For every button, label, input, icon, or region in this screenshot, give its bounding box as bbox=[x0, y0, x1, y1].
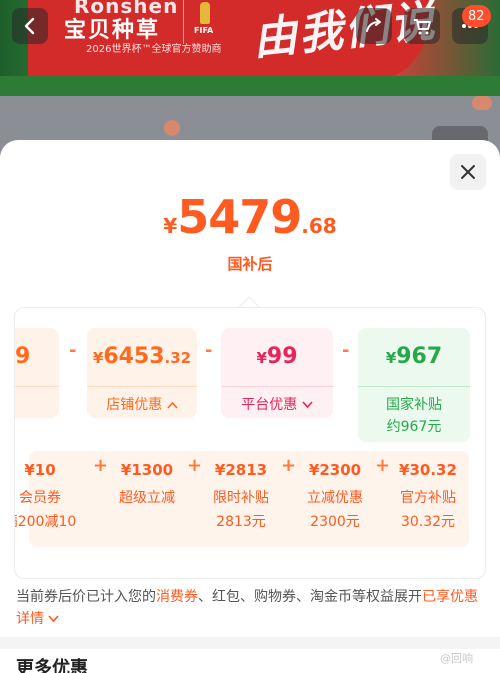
platform-discount-card[interactable]: ¥99 平台优惠 bbox=[221, 328, 333, 418]
cart-button[interactable] bbox=[404, 8, 440, 44]
card-integer: 967 bbox=[396, 344, 443, 369]
card-label: 店铺优惠 bbox=[87, 394, 197, 414]
blurred-ball bbox=[472, 96, 492, 110]
detail-amount: ¥2813 bbox=[214, 461, 268, 479]
card-currency: ¥ bbox=[256, 349, 267, 367]
national-subsidy-card[interactable]: ¥967 国家补贴 约967元 bbox=[358, 328, 470, 442]
card-decimal: .32 bbox=[164, 349, 192, 367]
close-icon bbox=[461, 165, 475, 179]
card-currency: ¥ bbox=[92, 349, 104, 367]
detail-name: 官方补贴 bbox=[400, 490, 456, 506]
shop-discount-card[interactable]: ¥6453.32 店铺优惠 bbox=[87, 328, 197, 418]
card-divider bbox=[358, 386, 470, 387]
card-value: ¥967 bbox=[358, 344, 470, 369]
detail-amount: ¥10 bbox=[24, 461, 56, 479]
card-divider bbox=[15, 386, 59, 387]
price-integer: 5479 bbox=[177, 190, 302, 244]
detail-desc: 30.32元 bbox=[400, 514, 456, 530]
national-subsidy-label: 国家补贴 bbox=[386, 397, 442, 413]
plus-operator: + bbox=[281, 455, 297, 476]
card-value: ¥99 bbox=[221, 344, 333, 369]
fifa-logo: FIFA bbox=[183, 0, 225, 44]
more-discounts-heading: 更多优惠 bbox=[16, 658, 88, 673]
fifa-text: FIFA bbox=[194, 26, 214, 35]
detail-item-instant-discount[interactable]: ¥2300 立减优惠 2300元 bbox=[298, 451, 372, 547]
card-label: 平台优惠 bbox=[221, 394, 333, 414]
detail-amount: ¥30.32 bbox=[399, 461, 457, 479]
consumption-coupon-link[interactable]: 消费券 bbox=[156, 589, 198, 605]
card-value: ¥6453.32 bbox=[87, 344, 197, 369]
card-divider bbox=[221, 386, 333, 387]
detail-desc: 满200减10 bbox=[15, 514, 77, 530]
chevron-down-icon bbox=[48, 615, 60, 623]
plus-operator: + bbox=[187, 455, 203, 476]
minus-operator: - bbox=[205, 340, 213, 361]
shop-discount-label: 店铺优惠 bbox=[106, 397, 163, 413]
price-decimal: .68 bbox=[301, 214, 337, 238]
detail-name: 超级立减 bbox=[119, 490, 175, 506]
note-prefix: 当前券后价已计入您的 bbox=[16, 589, 156, 605]
card-integer: 99 bbox=[266, 344, 298, 369]
detail-name: 会员券 bbox=[19, 490, 61, 506]
cart-icon bbox=[414, 19, 431, 35]
detail-amount: ¥1300 bbox=[120, 461, 174, 479]
platform-discount-label: 平台优惠 bbox=[241, 397, 298, 413]
detail-item-limited-subsidy[interactable]: ¥2813 限时补贴 2813元 bbox=[204, 451, 278, 547]
detail-item-official-subsidy[interactable]: ¥30.32 官方补贴 30.32元 bbox=[391, 451, 465, 547]
trophy-icon bbox=[200, 2, 210, 24]
detail-desc: 2300元 bbox=[310, 514, 360, 530]
plus-operator: + bbox=[375, 455, 391, 476]
detail-desc: 2813元 bbox=[216, 514, 266, 530]
card-divider bbox=[87, 386, 197, 387]
minus-operator: - bbox=[69, 340, 77, 361]
card-currency: ¥ bbox=[385, 349, 397, 367]
note-suffix: 、红包、购物券、淘金币等权益展开 bbox=[198, 589, 422, 605]
detail-item-super-discount[interactable]: ¥1300 超级立减 bbox=[110, 451, 184, 547]
card-value: 9 bbox=[15, 344, 31, 369]
detail-name: 立减优惠 bbox=[307, 490, 363, 506]
detail-name: 限时补贴 bbox=[213, 490, 269, 506]
price-breakdown-panel: 9 - ¥6453.32 店铺优惠 - ¥99 平台优惠 - ¥967 国家补贴… bbox=[14, 307, 486, 579]
plus-operator: + bbox=[93, 455, 109, 476]
detail-amount: ¥2300 bbox=[308, 461, 362, 479]
cart-count-badge: 82 bbox=[462, 5, 491, 27]
price-caption: 国补后 bbox=[227, 255, 273, 273]
section-divider bbox=[0, 637, 500, 649]
chevron-left-icon bbox=[24, 17, 35, 35]
banner-grass bbox=[0, 76, 500, 96]
watermark: @回响 bbox=[440, 652, 473, 665]
final-price: ¥5479.68 bbox=[0, 190, 500, 244]
chevron-down-icon bbox=[302, 401, 313, 409]
close-button[interactable] bbox=[450, 154, 486, 190]
minus-operator: - bbox=[342, 340, 350, 361]
discount-detail-sheet: ¥5479.68 国补后 9 - ¥6453.32 店铺优惠 - ¥99 平台优… bbox=[0, 140, 500, 673]
chevron-up-icon bbox=[167, 401, 178, 409]
discount-note: 当前券后价已计入您的消费券、红包、购物券、淘金币等权益展开已享优惠详情 bbox=[16, 586, 486, 630]
national-subsidy-amount: 约967元 bbox=[386, 419, 442, 435]
price-currency: ¥ bbox=[163, 214, 178, 238]
share-icon bbox=[366, 18, 381, 32]
detail-item-member-coupon[interactable]: ¥10 会员券 满200减10 bbox=[15, 451, 77, 547]
share-button[interactable] bbox=[356, 8, 392, 44]
blurred-ball bbox=[164, 120, 180, 136]
card-integer: 6453 bbox=[103, 344, 165, 369]
back-button[interactable] bbox=[12, 8, 48, 44]
shop-discount-details: ¥10 会员券 满200减10 + ¥1300 超级立减 + ¥2813 限时补… bbox=[15, 451, 469, 547]
discount-card-previous[interactable]: 9 bbox=[15, 328, 59, 418]
